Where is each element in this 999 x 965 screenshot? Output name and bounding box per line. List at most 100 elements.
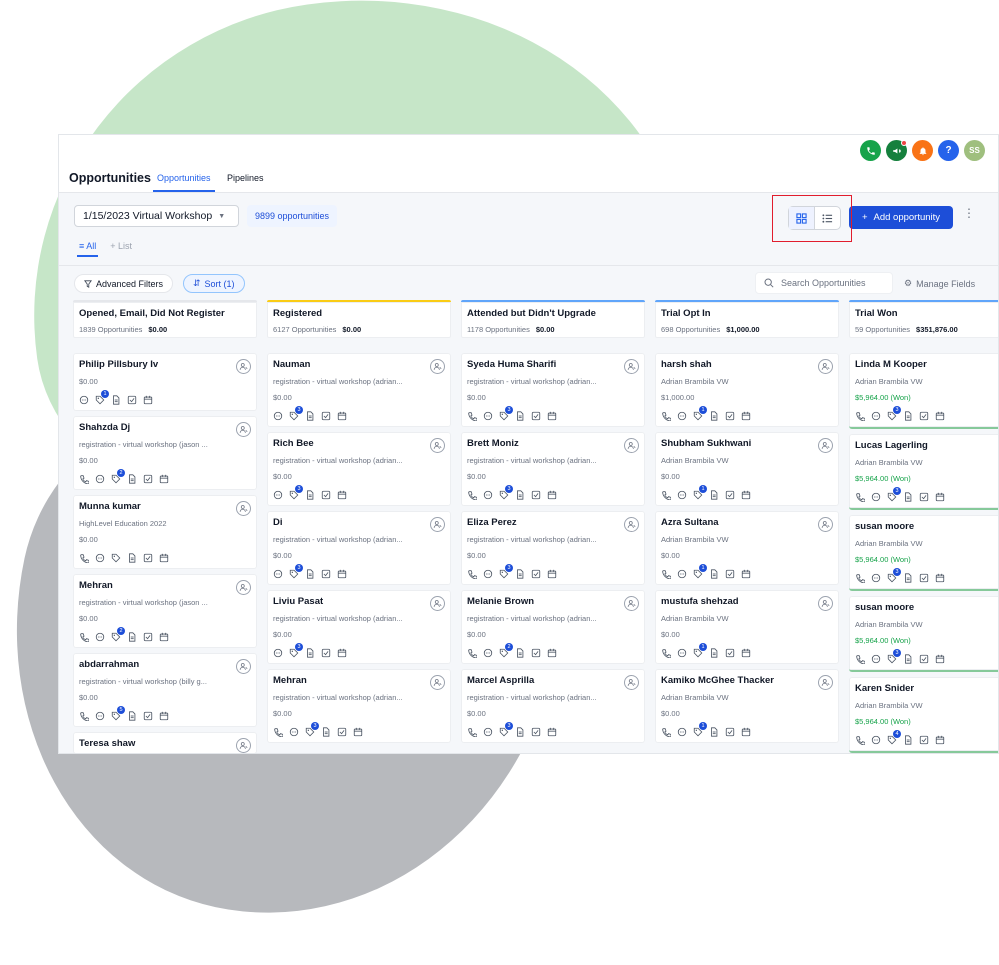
phone-icon[interactable] <box>79 632 89 642</box>
opportunity-card[interactable]: susan moore Adrian Brambila VW $5,964.00 … <box>849 596 998 672</box>
document-icon[interactable] <box>127 474 137 484</box>
tag-icon[interactable]: 1 <box>693 406 707 421</box>
phone-icon[interactable] <box>661 411 671 421</box>
assign-user-icon[interactable] <box>624 359 639 374</box>
assign-user-icon[interactable] <box>430 517 445 532</box>
task-icon[interactable] <box>725 490 735 500</box>
manage-fields-button[interactable]: ⚙ Manage Fields <box>904 278 975 289</box>
tag-icon[interactable]: 3 <box>305 722 319 737</box>
chat-icon[interactable] <box>871 411 881 421</box>
calendar-icon[interactable] <box>159 553 169 563</box>
phone-icon[interactable] <box>661 648 671 658</box>
assign-user-icon[interactable] <box>818 596 833 611</box>
document-icon[interactable] <box>709 648 719 658</box>
document-icon[interactable] <box>321 727 331 737</box>
task-icon[interactable] <box>725 411 735 421</box>
phone-icon[interactable] <box>855 492 865 502</box>
tag-icon[interactable]: 1 <box>693 643 707 658</box>
tag-icon[interactable]: 5 <box>111 706 125 721</box>
chat-icon[interactable] <box>79 395 89 405</box>
assign-user-icon[interactable] <box>430 596 445 611</box>
assign-user-icon[interactable] <box>236 422 251 437</box>
assign-user-icon[interactable] <box>818 359 833 374</box>
opportunity-card[interactable]: Mehran registration - virtual workshop (… <box>267 669 451 743</box>
calendar-icon[interactable] <box>337 411 347 421</box>
calendar-icon[interactable] <box>353 727 363 737</box>
document-icon[interactable] <box>111 395 121 405</box>
phone-icon[interactable] <box>860 140 881 161</box>
tag-icon[interactable]: 2 <box>499 643 513 658</box>
task-icon[interactable] <box>127 395 137 405</box>
tag-icon[interactable]: 2 <box>111 627 125 642</box>
chat-icon[interactable] <box>273 569 283 579</box>
opportunity-card[interactable]: Teresa shaw <box>73 732 257 753</box>
chat-icon[interactable] <box>871 654 881 664</box>
tag-icon[interactable]: 3 <box>289 485 303 500</box>
tag-icon[interactable]: 3 <box>499 406 513 421</box>
calendar-icon[interactable] <box>935 492 945 502</box>
tag-icon[interactable]: 3 <box>887 649 901 664</box>
task-icon[interactable] <box>531 648 541 658</box>
tag-icon[interactable]: 1 <box>95 390 109 405</box>
task-icon[interactable] <box>919 492 929 502</box>
more-options-icon[interactable]: ⋮ <box>963 207 975 219</box>
calendar-icon[interactable] <box>741 648 751 658</box>
opportunity-card[interactable]: Linda M Kooper Adrian Brambila VW $5,964.… <box>849 353 998 429</box>
tag-icon[interactable]: 3 <box>499 485 513 500</box>
calendar-icon[interactable] <box>741 490 751 500</box>
task-icon[interactable] <box>143 553 153 563</box>
phone-icon[interactable] <box>661 727 671 737</box>
chat-icon[interactable] <box>677 648 687 658</box>
calendar-icon[interactable] <box>337 490 347 500</box>
opportunity-card[interactable]: Di registration - virtual workshop (adri… <box>267 511 451 585</box>
document-icon[interactable] <box>305 490 315 500</box>
task-icon[interactable] <box>531 727 541 737</box>
phone-icon[interactable] <box>661 490 671 500</box>
document-icon[interactable] <box>127 711 137 721</box>
chat-icon[interactable] <box>677 411 687 421</box>
phone-icon[interactable] <box>467 411 477 421</box>
opportunity-card[interactable]: Shubham Sukhwani Adrian Brambila VW $0.00… <box>655 432 839 506</box>
task-icon[interactable] <box>531 569 541 579</box>
tag-icon[interactable]: 3 <box>887 568 901 583</box>
assign-user-icon[interactable] <box>624 438 639 453</box>
opportunity-card[interactable]: Munna kumar HighLevel Education 2022 $0.0… <box>73 495 257 569</box>
opportunity-card[interactable]: Liviu Pasat registration - virtual works… <box>267 590 451 664</box>
task-icon[interactable] <box>919 735 929 745</box>
task-icon[interactable] <box>321 648 331 658</box>
calendar-icon[interactable] <box>935 411 945 421</box>
opportunity-card[interactable]: Philip Pillsbury Iv $0.00 1 <box>73 353 257 411</box>
document-icon[interactable] <box>127 553 137 563</box>
opportunity-card[interactable]: Syeda Huma Sharifi registration - virtua… <box>461 353 645 427</box>
tag-icon[interactable]: 3 <box>289 564 303 579</box>
assign-user-icon[interactable] <box>236 580 251 595</box>
calendar-icon[interactable] <box>547 490 557 500</box>
calendar-icon[interactable] <box>159 632 169 642</box>
assign-user-icon[interactable] <box>430 438 445 453</box>
calendar-icon[interactable] <box>741 727 751 737</box>
assign-user-icon[interactable] <box>236 359 251 374</box>
calendar-icon[interactable] <box>741 411 751 421</box>
opportunity-card[interactable]: Shahzda Dj registration - virtual worksh… <box>73 416 257 490</box>
calendar-icon[interactable] <box>741 569 751 579</box>
assign-user-icon[interactable] <box>624 596 639 611</box>
assign-user-icon[interactable] <box>430 359 445 374</box>
calendar-icon[interactable] <box>337 569 347 579</box>
tag-icon[interactable] <box>111 553 121 563</box>
tab-opportunities[interactable]: Opportunities <box>153 173 215 192</box>
phone-icon[interactable] <box>467 490 477 500</box>
document-icon[interactable] <box>515 490 525 500</box>
chat-icon[interactable] <box>483 411 493 421</box>
assign-user-icon[interactable] <box>624 517 639 532</box>
assign-user-icon[interactable] <box>236 659 251 674</box>
calendar-icon[interactable] <box>547 727 557 737</box>
calendar-icon[interactable] <box>547 648 557 658</box>
tab-pipelines[interactable]: Pipelines <box>227 173 264 183</box>
tag-icon[interactable]: 3 <box>289 643 303 658</box>
tag-icon[interactable]: 3 <box>887 487 901 502</box>
chat-icon[interactable] <box>95 632 105 642</box>
phone-icon[interactable] <box>855 654 865 664</box>
document-icon[interactable] <box>903 654 913 664</box>
task-icon[interactable] <box>725 569 735 579</box>
task-icon[interactable] <box>725 727 735 737</box>
